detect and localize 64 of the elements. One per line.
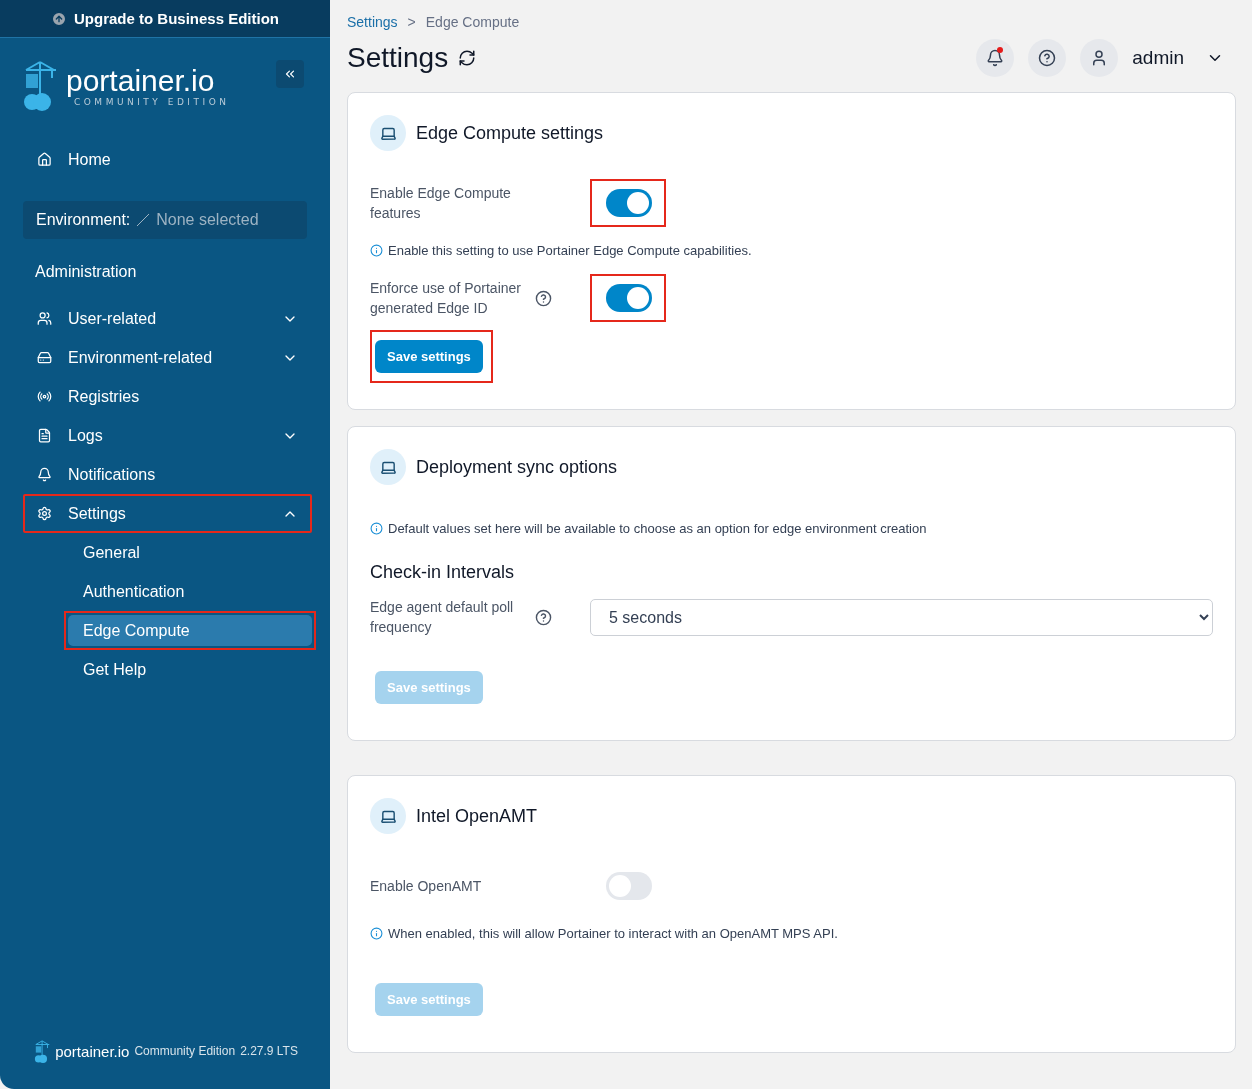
drive-icon [37,350,52,365]
field-label: Enforce use of Portainer generated Edge ID [370,279,522,318]
breadcrumb-item[interactable]: Settings [347,14,398,30]
crane-logo-icon [22,60,58,112]
info-icon [370,244,383,257]
nav-subitem[interactable]: General [68,537,312,568]
breadcrumb-item[interactable]: Edge Compute [425,14,520,30]
page-title: Settings [347,42,449,74]
nav-item[interactable]: Logs [23,416,312,455]
footer-logo-text: portainer.io [55,1042,130,1060]
section-heading: Check-in Intervals [370,562,516,583]
field-label: Enable Edge Compute features [370,184,512,223]
breadcrumb-separator: > [407,14,416,30]
user-menu[interactable]: admin [1132,47,1224,69]
crane-logo-icon [34,1039,51,1063]
users-icon [37,311,52,326]
nav-subitem[interactable]: Edge Compute [68,615,312,646]
help-icon [1038,49,1057,67]
upgrade-banner[interactable]: Upgrade to Business Edition [0,0,330,38]
nav-item[interactable]: Registries [23,377,312,416]
notifications-button[interactable] [976,39,1015,77]
card-title: Intel OpenAMT [416,805,538,827]
toggle-switch[interactable] [606,872,652,900]
help-button[interactable] [1028,39,1067,77]
toggle-switch[interactable] [606,284,652,312]
version-text: 2.27.9 LTS [240,1044,298,1059]
nav-subitem[interactable]: Authentication [68,576,312,607]
info-text: Default values set here will be available to choose as an option for edge environment creation [370,521,1213,536]
field-label: Edge agent default poll frequency [370,598,515,637]
collapse-button[interactable] [276,60,304,88]
bell-icon [986,49,1005,67]
refresh-icon[interactable] [458,49,477,67]
poll-frequency-select[interactable]: 5 seconds [590,598,1213,636]
bell-icon [37,467,52,482]
footer-edition: Community Edition [134,1044,236,1059]
nav-item[interactable]: Settings [23,494,312,533]
nav-item[interactable]: Notifications [23,455,312,494]
toggle-switch[interactable] [606,189,652,217]
card-title: Edge Compute settings [416,122,604,144]
file-icon [37,428,52,443]
nav-subitem[interactable]: Get Help [68,654,312,685]
slash-icon [136,213,151,227]
gear-icon [37,506,52,521]
card-title: Deployment sync options [416,456,618,478]
home-icon [37,152,52,167]
nav-item[interactable]: Environment-related [23,338,312,377]
nav-item[interactable]: Home [23,140,312,179]
save-button[interactable]: Save settings [375,340,483,373]
user-avatar[interactable] [1080,39,1119,77]
logo-text: portainer.io [66,65,216,97]
logo-edition: COMMUNITY EDITION [74,97,230,107]
field-label: Enable OpenAMT [370,877,483,896]
nav-item[interactable]: User-related [23,299,312,338]
section-title: Administration [34,262,138,282]
help-icon[interactable] [535,608,552,626]
info-icon [370,522,383,535]
info-icon [370,927,383,940]
info-text: Enable this setting to use Portainer Edge Compute capabilities. [370,243,1213,258]
radio-icon [37,389,52,404]
help-icon[interactable] [535,289,552,307]
arrow-up-icon [51,10,67,27]
double-chevron-left-icon [283,67,297,81]
info-text: When enabled, this will allow Portainer to interact with an OpenAMT MPS API. [370,926,1213,941]
environment-selector[interactable]: Environment: None selected [23,201,307,239]
